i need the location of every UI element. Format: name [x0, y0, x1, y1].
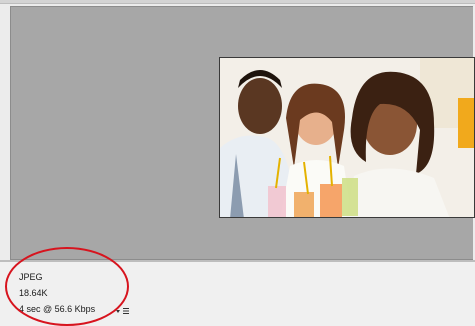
- file-format-label: JPEG: [19, 272, 43, 282]
- file-info-panel: JPEG 18.64K 4 sec @ 56.6 Kbps: [0, 262, 475, 326]
- top-edge: [0, 0, 475, 4]
- file-size-label: 18.64K: [19, 288, 48, 298]
- optimized-image-preview: [219, 57, 475, 218]
- connection-speed-menu-button[interactable]: [114, 304, 132, 315]
- download-time-label: 4 sec @ 56.6 Kbps: [19, 304, 96, 314]
- menu-arrow-icon: [116, 308, 129, 314]
- preview-window: JPEG 18.64K 4 sec @ 56.6 Kbps: [0, 0, 475, 326]
- photo-three-friends-drinks-icon: [220, 58, 474, 217]
